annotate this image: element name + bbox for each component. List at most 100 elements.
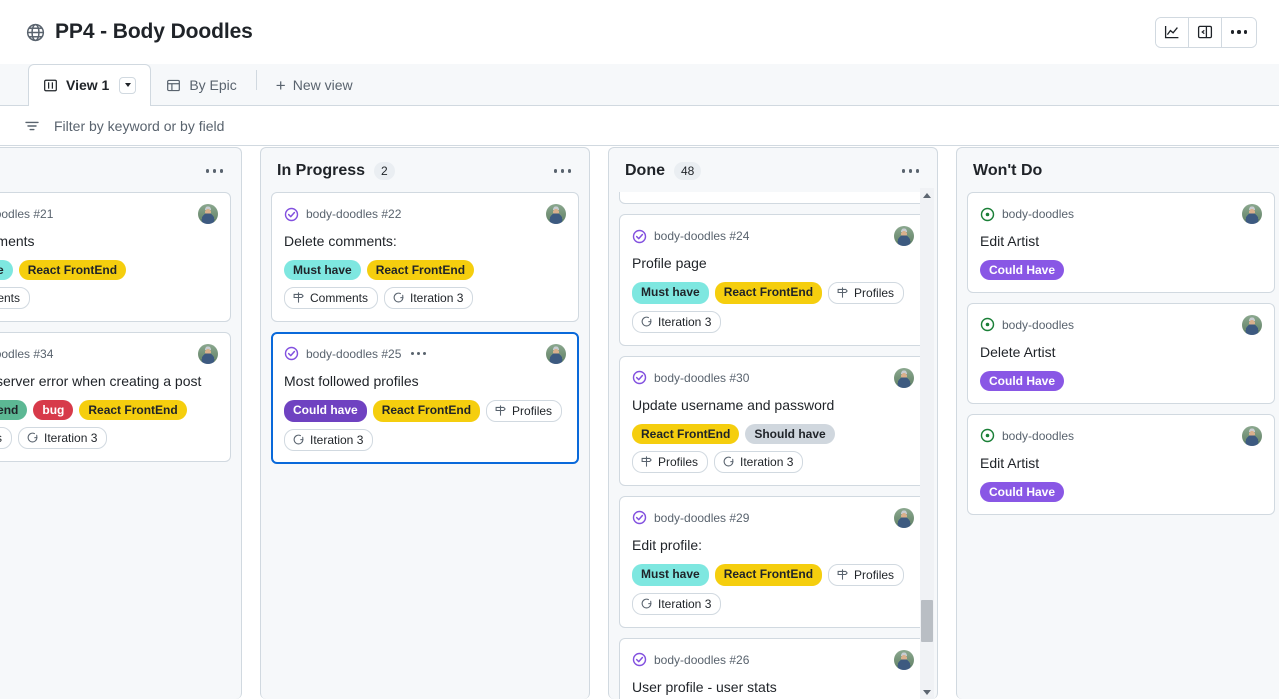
tab-by-epic[interactable]: By Epic xyxy=(151,64,251,105)
card-title: Edit Artist xyxy=(980,233,1040,249)
avatar[interactable] xyxy=(894,507,914,528)
board-card[interactable]: body-doodles #25 Most followed profiles … xyxy=(271,331,579,464)
field-chip[interactable]: Comments xyxy=(284,286,379,309)
scrollbar-track[interactable] xyxy=(920,202,934,685)
label-chip[interactable]: React FrontEnd xyxy=(372,399,481,422)
issue-reference: body-doodles #30 xyxy=(654,370,750,385)
label-chip[interactable]: React FrontEnd xyxy=(632,423,740,444)
board-card[interactable]: body-doodles #24 Profile page Must have R… xyxy=(619,214,927,346)
card-chips: Must have React FrontEnd Profiles Iterati… xyxy=(632,281,914,333)
avatar[interactable] xyxy=(198,343,218,364)
board-card[interactable]: body-doodles Edit Artist Could Have xyxy=(967,413,1275,515)
card-header: body-doodles xyxy=(980,204,1262,224)
card-header: body-doodles #21 xyxy=(0,204,218,224)
board-card[interactable]: body-doodles #29 Edit profile: Must have… xyxy=(619,495,927,628)
field-chip[interactable]: Iteration 3 xyxy=(632,310,722,333)
label-chip[interactable]: Could Have xyxy=(980,259,1065,280)
partial-card-above[interactable] xyxy=(619,192,927,204)
iteration-icon xyxy=(292,433,305,446)
column-header: Won't Do xyxy=(957,148,1279,192)
label-chip[interactable]: React FrontEnd xyxy=(18,259,127,280)
field-chip[interactable]: Iteration 3 xyxy=(714,450,804,473)
field-chip[interactable]: Profiles xyxy=(0,426,13,449)
scrollbar-thumb[interactable] xyxy=(921,600,933,642)
filter-icon[interactable] xyxy=(24,118,40,134)
avatar[interactable] xyxy=(894,367,914,388)
signpost-icon xyxy=(836,568,849,581)
new-view-button[interactable]: + New view xyxy=(261,64,368,105)
label-chip[interactable]: Must have xyxy=(0,259,13,280)
insights-button[interactable] xyxy=(1156,17,1189,47)
avatar[interactable] xyxy=(1242,425,1262,446)
label-chip[interactable]: Must have xyxy=(632,281,709,304)
triangle-down-icon xyxy=(923,689,931,695)
board-card[interactable]: body-doodles #21 View comments Must have… xyxy=(0,192,231,322)
label-chip[interactable]: React FrontEnd xyxy=(714,281,823,304)
field-chip[interactable]: Profiles xyxy=(828,563,905,586)
column-menu-button[interactable] xyxy=(550,165,576,177)
label-chip[interactable]: Could Have xyxy=(980,481,1065,502)
avatar[interactable] xyxy=(546,343,566,364)
label-chip[interactable]: bug xyxy=(33,399,74,420)
column-menu-button[interactable] xyxy=(202,165,228,177)
field-chip[interactable]: Profiles xyxy=(486,399,563,422)
field-chip-label: Comments xyxy=(310,290,369,305)
scroll-up-button[interactable] xyxy=(920,188,934,202)
column-scrollbar[interactable] xyxy=(920,188,934,699)
filter-input[interactable] xyxy=(54,117,1279,134)
avatar[interactable] xyxy=(546,204,566,224)
field-chip[interactable]: Comments xyxy=(0,286,31,309)
signpost-icon xyxy=(640,455,653,468)
issue-reference: body-doodles #29 xyxy=(654,510,750,525)
field-chip[interactable]: Profiles xyxy=(828,281,905,304)
field-chip-label: Comments xyxy=(0,290,21,305)
label-chip[interactable]: Could Have xyxy=(980,370,1065,391)
card-title: Profile page xyxy=(632,255,707,271)
field-chip[interactable]: Iteration 3 xyxy=(18,426,108,449)
label-chip[interactable]: React FrontEnd xyxy=(366,259,475,280)
signpost-icon xyxy=(836,286,849,299)
board-card[interactable]: body-doodles Delete Artist Could Have xyxy=(967,302,1275,404)
avatar[interactable] xyxy=(198,204,218,224)
card-header: body-doodles xyxy=(980,314,1262,335)
avatar[interactable] xyxy=(894,226,914,246)
avatar[interactable] xyxy=(1242,204,1262,224)
board-card[interactable]: body-doodles #22 Delete comments: Must h… xyxy=(271,192,579,322)
closed-issue-icon xyxy=(284,346,299,361)
label-chip[interactable]: Must have xyxy=(284,259,361,280)
avatar[interactable] xyxy=(1242,314,1262,335)
board-card[interactable]: body-doodles #30 Update username and pas… xyxy=(619,355,927,486)
scroll-down-button[interactable] xyxy=(920,685,934,699)
issue-reference: body-doodles #22 xyxy=(306,207,402,221)
label-chip[interactable]: React FrontEnd xyxy=(79,399,187,420)
board-card[interactable]: body-doodles Edit Artist Could Have xyxy=(967,192,1275,293)
board-card[interactable]: body-doodles #26 User profile - user sta… xyxy=(619,637,927,699)
issue-reference: body-doodles xyxy=(1002,428,1075,443)
label-chip[interactable]: Should have xyxy=(745,423,835,444)
chevron-down-icon xyxy=(124,83,131,87)
card-title: User profile - user stats xyxy=(632,678,777,695)
label-chip[interactable]: React FrontEnd xyxy=(714,563,823,586)
field-chip-label: Iteration 3 xyxy=(44,430,98,445)
card-title: Bug: 500 server error when creating a po… xyxy=(0,372,202,389)
label-chip[interactable]: Must have xyxy=(632,563,709,586)
card-header: body-doodles #26 xyxy=(632,649,914,670)
column-menu-button[interactable] xyxy=(898,165,924,177)
card-menu-button[interactable] xyxy=(411,352,427,356)
avatar[interactable] xyxy=(894,649,914,670)
tab-view-1[interactable]: View 1 xyxy=(28,64,152,106)
toggle-sidebar-button[interactable] xyxy=(1189,17,1222,47)
field-chip[interactable]: Profiles xyxy=(632,450,709,473)
card-chips: React FrontEnd Should have Profiles Itera… xyxy=(632,423,914,473)
field-chip[interactable]: Iteration 3 xyxy=(632,592,722,615)
field-chip[interactable]: Iteration 3 xyxy=(384,286,474,309)
field-chip[interactable]: Iteration 3 xyxy=(284,428,374,451)
label-chip[interactable]: Could have xyxy=(284,399,367,422)
board-card[interactable]: body-doodles #34 Bug: 500 server error w… xyxy=(0,331,231,462)
project-menu-button[interactable] xyxy=(1222,17,1256,47)
tab-view-1-caret[interactable] xyxy=(119,76,137,94)
card-header: body-doodles #30 xyxy=(632,367,914,388)
label-chip[interactable]: API Backend xyxy=(0,399,28,420)
column-header: Done 48 xyxy=(609,148,937,192)
card-chips: Could have React FrontEnd Profiles Iterat… xyxy=(284,399,566,451)
